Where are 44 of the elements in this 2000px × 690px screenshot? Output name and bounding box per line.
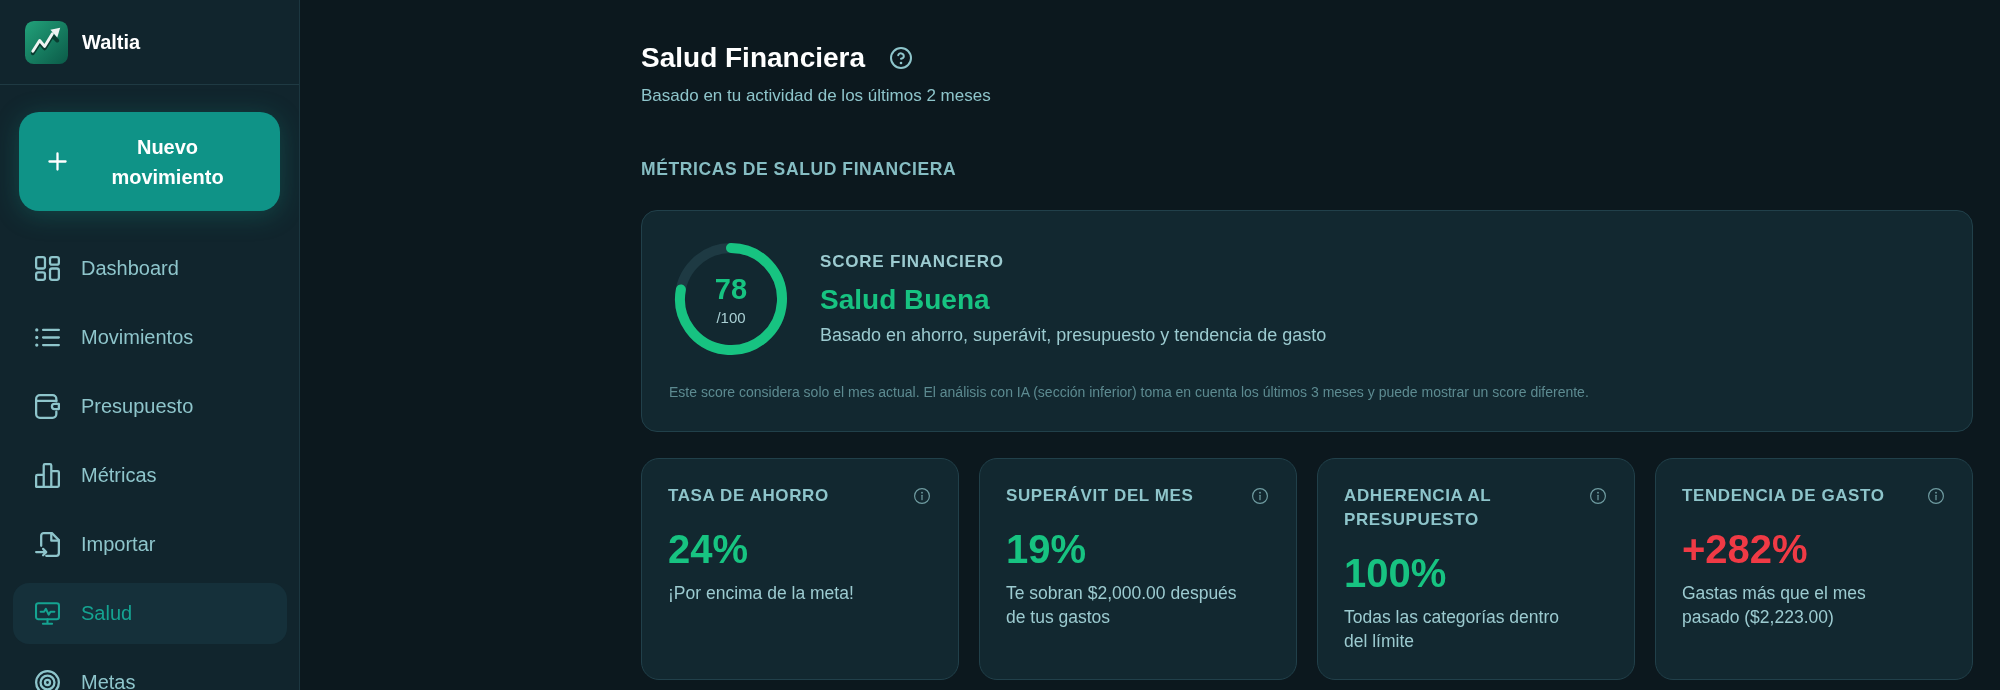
info-icon[interactable]	[1252, 488, 1268, 504]
score-note: Este score considera solo el mes actual. El análisis con IA (sección inferior) toma en cuenta los últimos 3 meses y puede mostrar un score diferente.	[669, 383, 1590, 402]
score-value: 78	[714, 272, 748, 305]
metric-label: TENDENCIA DE GASTO	[1682, 485, 1886, 507]
file-arrow-icon	[35, 532, 60, 557]
grid-icon	[35, 256, 60, 281]
logo-icon	[25, 20, 68, 64]
metric-description: Gastas más que el mes pasado ($2,223.00)	[1682, 582, 1867, 629]
page-subtitle: Basado en tu actividad de los últimos 2 meses	[641, 85, 992, 107]
info-icon[interactable]	[1590, 488, 1606, 504]
plus-icon	[48, 152, 67, 171]
metric-label: ADHERENCIA AL PRESUPUESTO	[1344, 485, 1492, 531]
metric-label: SUPERÁVIT DEL MES	[1006, 485, 1195, 507]
metric-value: +282%	[1682, 526, 1808, 573]
bar-chart-icon	[35, 463, 60, 488]
help-icon[interactable]	[890, 47, 913, 69]
metric-value: 19%	[1006, 526, 1087, 573]
section-heading: MÉTRICAS DE SALUD FINANCIERA	[641, 157, 958, 181]
nav-item[interactable]: Métricas	[13, 445, 287, 506]
score-status: Salud Buena	[820, 283, 991, 317]
nav-item[interactable]: Metas	[13, 652, 287, 690]
metric-value: 24%	[668, 526, 749, 573]
info-icon[interactable]	[914, 488, 930, 504]
brand-name: Waltia	[82, 30, 141, 54]
page-title: Salud Financiera	[641, 41, 866, 75]
metric-description: Todas las categorías dentro del límite	[1344, 606, 1560, 653]
nav-item[interactable]: Salud	[13, 583, 287, 644]
metric-description: Te sobran $2,000.00 después de tus gastos	[1006, 582, 1238, 629]
score-description: Basado en ahorro, superávit, presupuesto y tendencia de gasto	[820, 324, 1327, 347]
score-label: SCORE FINANCIERO	[820, 251, 1005, 273]
metric-label: TASA DE AHORRO	[668, 485, 830, 507]
metric-value: 100%	[1344, 550, 1447, 597]
nav-item[interactable]: Movimientos	[13, 307, 287, 368]
nav-item[interactable]: Dashboard	[13, 238, 287, 299]
info-icon[interactable]	[1928, 488, 1944, 504]
list-icon	[35, 325, 60, 350]
target-icon	[35, 670, 60, 690]
monitor-pulse-icon	[35, 601, 60, 626]
new-movement-button[interactable]: Nuevo movimiento	[19, 112, 280, 211]
metric-description: ¡Por encima de la meta!	[668, 582, 854, 605]
nav-item[interactable]: Importar	[13, 514, 287, 575]
wallet-icon	[35, 394, 60, 419]
nav-item[interactable]: Presupuesto	[13, 376, 287, 437]
score-max: /100	[716, 307, 746, 328]
